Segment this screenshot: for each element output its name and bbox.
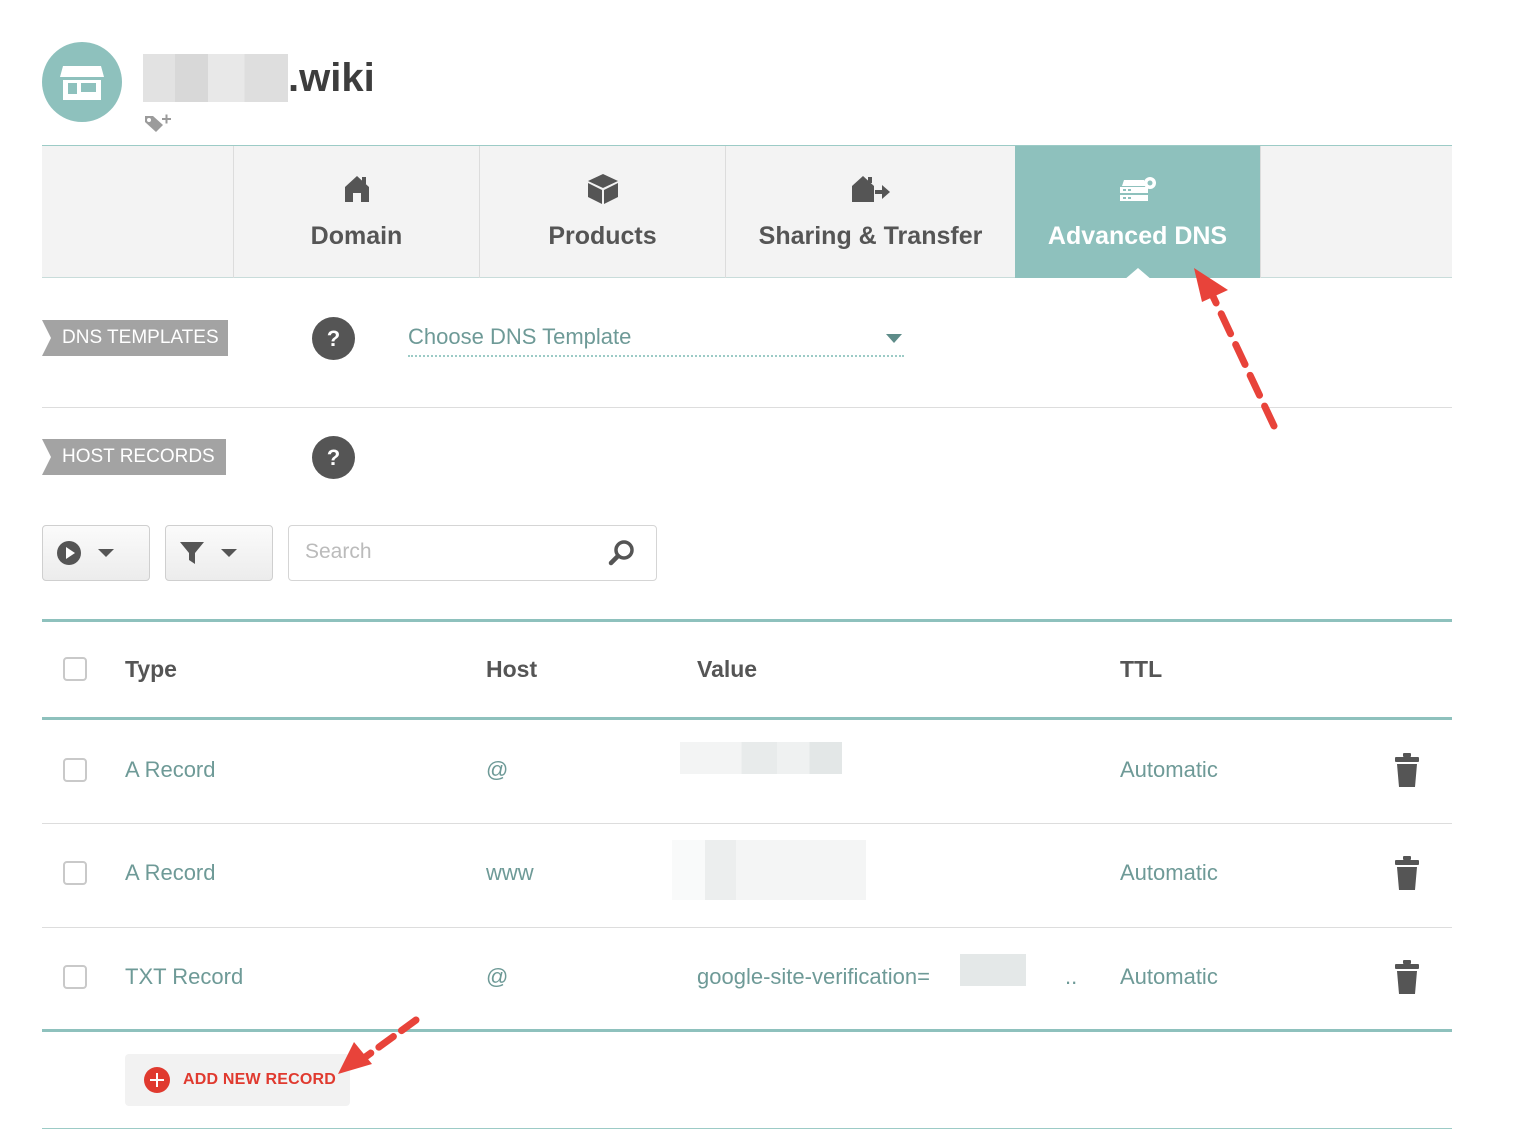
record-value-redacted[interactable] [672,840,866,900]
record-ttl[interactable]: Automatic [1120,964,1218,990]
storefront-icon [60,66,104,100]
domain-name-redacted [143,54,288,102]
box-icon [587,174,618,204]
column-header-ttl[interactable]: TTL [1120,656,1162,683]
tab-products[interactable]: Products [479,146,725,278]
host-records-help-button[interactable]: ? [312,436,355,479]
trash-icon[interactable] [1394,752,1420,788]
filter-dropdown-button[interactable] [165,525,273,581]
record-type[interactable]: A Record [125,757,216,783]
search-icon[interactable] [608,539,636,567]
chevron-down-icon [221,549,237,557]
row-checkbox[interactable] [63,965,87,989]
tab-advanced-dns-label: Advanced DNS [1047,222,1228,250]
tab-advanced-dns[interactable]: Advanced DNS [1015,146,1260,280]
host-records-label: HOST RECORDS [42,439,226,475]
trash-icon[interactable] [1394,855,1420,891]
row-checkbox[interactable] [63,861,87,885]
play-circle-icon [57,541,81,565]
record-ttl[interactable]: Automatic [1120,757,1218,783]
records-search [288,525,657,581]
tab-domain-label: Domain [310,222,403,250]
add-new-record-label: ADD NEW RECORD [183,1071,337,1088]
tab-domain[interactable]: Domain [233,146,479,278]
record-value-ellipsis: .. [1065,964,1078,989]
chevron-down-icon [98,549,114,557]
table-top-border [42,619,1452,622]
column-header-host[interactable]: Host [486,656,537,683]
tab-sharing-transfer[interactable]: Sharing & Transfer [725,146,1015,278]
annotation-arrow-icon [338,1016,420,1074]
record-host[interactable]: www [486,860,534,886]
record-type[interactable]: A Record [125,860,216,886]
house-icon [344,176,369,202]
tab-sharing-transfer-label: Sharing & Transfer [758,222,983,250]
host-records-label-text: HOST RECORDS [62,446,215,467]
domain-name: .wiki [288,56,375,100]
annotation-arrow-icon [1194,268,1278,430]
record-ttl[interactable]: Automatic [1120,860,1218,886]
record-value[interactable]: google-site-verification= [697,964,930,990]
domain-tab-bar: Domain Products Sharing & Transfer Advan… [42,145,1452,280]
select-all-checkbox[interactable] [63,657,87,681]
tab-spacer [1260,146,1452,278]
domain-avatar [42,42,122,122]
dns-templates-label: DNS TEMPLATES [42,320,228,356]
trash-icon[interactable] [1394,959,1420,995]
table-header-border [42,717,1452,720]
dns-templates-help-button[interactable]: ? [312,317,355,360]
row-divider [42,927,1452,928]
add-new-record-button[interactable]: ADD NEW RECORD [125,1054,350,1106]
actions-dropdown-button[interactable] [42,525,150,581]
dns-server-icon [1119,177,1156,201]
add-tag-icon[interactable] [143,112,173,139]
table-bottom-border [42,1029,1452,1032]
row-divider [42,823,1452,824]
plus-circle-icon [144,1067,170,1093]
dns-template-select[interactable]: Choose DNS Template [408,320,904,357]
record-value-redacted[interactable] [680,742,842,774]
record-host[interactable]: @ [486,757,508,783]
house-transfer-icon [851,176,890,202]
filter-icon [180,542,204,564]
dns-template-select-value: Choose DNS Template [408,324,632,349]
column-header-type[interactable]: Type [125,656,177,683]
dns-templates-label-text: DNS TEMPLATES [62,327,219,348]
tab-products-label: Products [548,222,657,250]
record-host[interactable]: @ [486,964,508,990]
chevron-down-icon [886,334,902,343]
active-tab-pointer [1123,268,1152,280]
row-checkbox[interactable] [63,758,87,782]
column-header-value[interactable]: Value [697,656,757,683]
footer-divider [42,1128,1452,1129]
record-value-redacted [960,954,1026,986]
search-input[interactable] [303,539,597,565]
record-type[interactable]: TXT Record [125,964,243,990]
